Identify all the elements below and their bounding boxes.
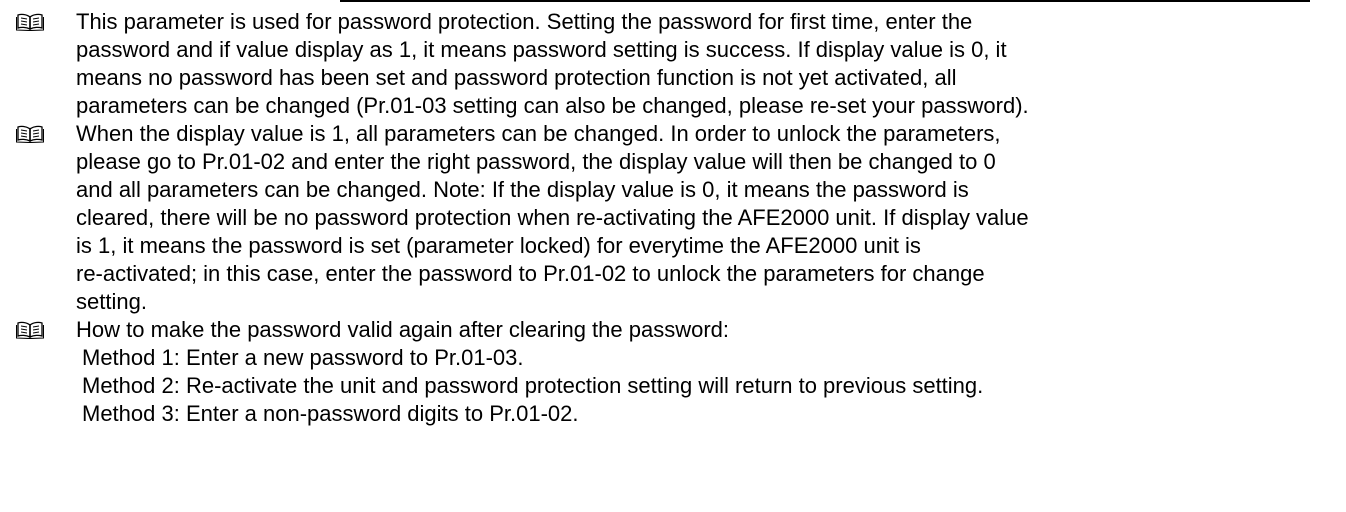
note-item-revalidate-password: How to make the password valid again aft… [0,316,1336,428]
note-item-password-protection: This parameter is used for password prot… [0,8,1336,120]
paragraph-line: means no password has been set and passw… [76,65,957,90]
paragraph-line: cleared, there will be no password prote… [76,205,1029,230]
header-rule [340,0,1310,2]
note-item-unlock-parameters: When the display value is 1, all paramet… [0,120,1336,316]
paragraph-line: parameters can be changed (Pr.01-03 sett… [76,93,1029,118]
paragraph-line: password and if value display as 1, it m… [76,37,1007,62]
document-body: This parameter is used for password prot… [0,8,1346,428]
open-book-icon [16,321,44,339]
paragraph-line: When the display value is 1, all paramet… [76,121,1001,146]
open-book-icon [16,125,44,143]
paragraph-line: This parameter is used for password prot… [76,9,973,34]
paragraph-line: please go to Pr.01-02 and enter the righ… [76,149,996,174]
method-line: Method 1: Enter a new password to Pr.01-… [82,345,524,370]
paragraph-line: How to make the password valid again aft… [76,317,730,342]
method-line: Method 2: Re-activate the unit and passw… [82,373,984,398]
paragraph-line: is 1, it means the password is set (para… [76,233,921,258]
paragraph-line: setting. [76,289,147,314]
paragraph-line: re-activated; in this case, enter the pa… [76,261,985,286]
paragraph-line: and all parameters can be changed. Note:… [76,177,969,202]
method-line: Method 3: Enter a non-password digits to… [82,401,579,426]
open-book-icon [16,13,44,31]
